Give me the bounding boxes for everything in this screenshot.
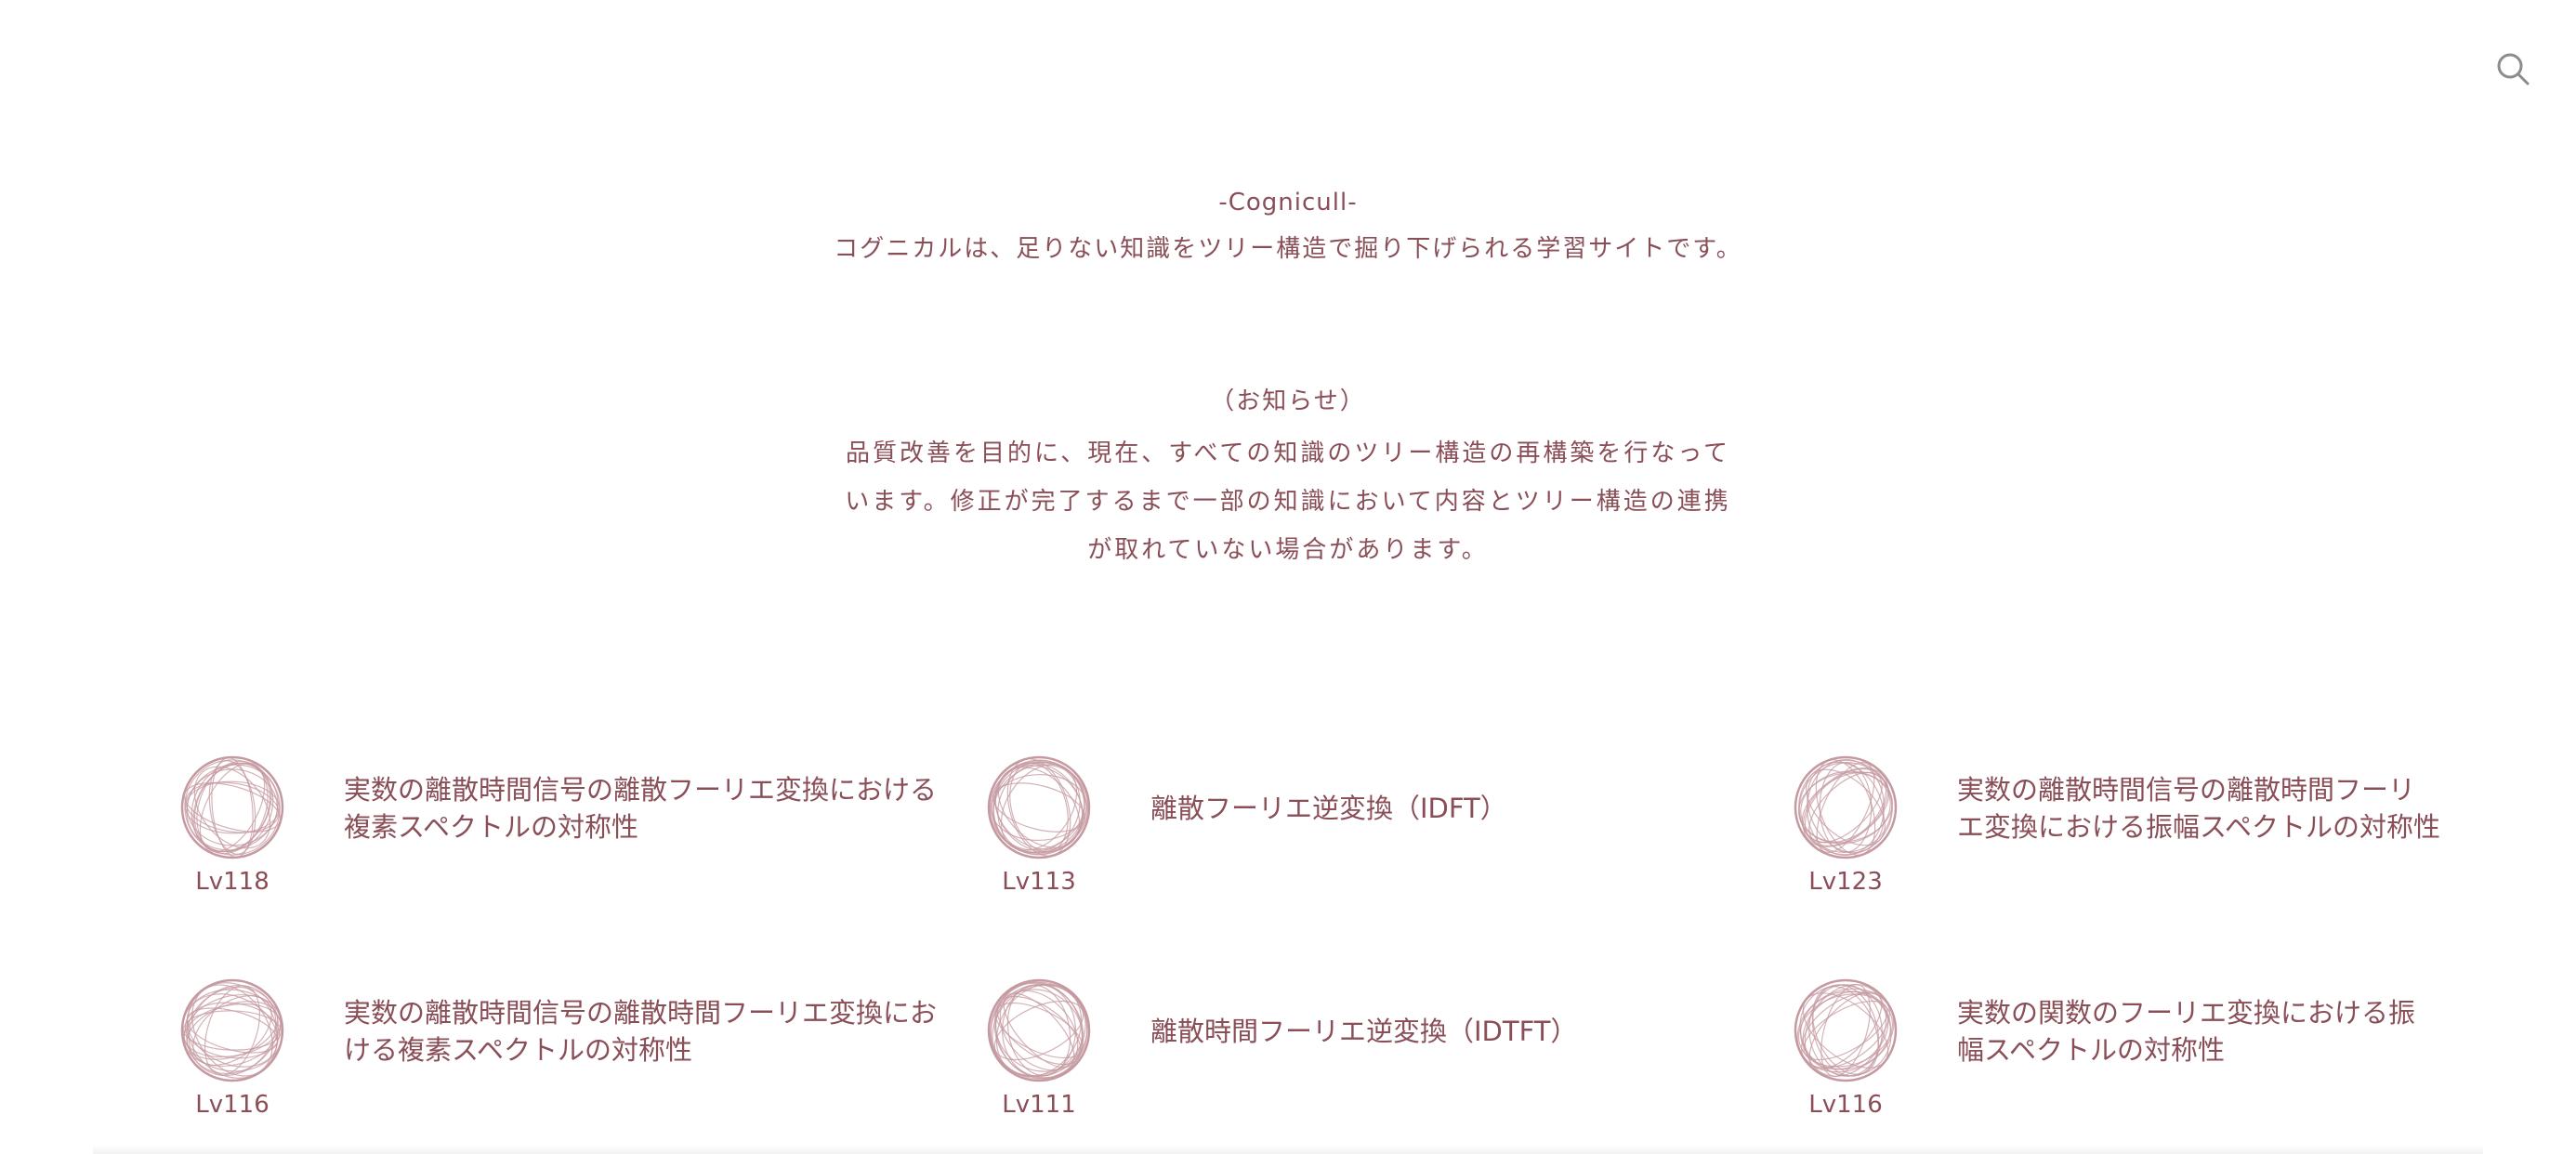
yarn-ball-icon bbox=[987, 978, 1091, 1082]
level-label: Lv113 bbox=[1002, 868, 1076, 896]
level-label: Lv116 bbox=[195, 1091, 269, 1119]
knowledge-title-link[interactable]: 実数の離散時間信号の離散フーリエ変換における複素スペクトルの対称性 bbox=[344, 754, 957, 862]
knowledge-card[interactable]: Lv111 離散時間フーリエ逆変換（IDTFT） bbox=[983, 977, 1790, 1154]
yarn-ball-icon bbox=[180, 978, 284, 1082]
notice-section: （お知らせ） 品質改善を目的に、現在、すべての知識のツリー構造の再構築を行なって… bbox=[833, 381, 1743, 574]
search-button[interactable] bbox=[2492, 48, 2533, 89]
knowledge-card[interactable]: Lv116 実数の離散時間信号の離散時間フーリエ変換における複素スペクトルの対称… bbox=[177, 977, 983, 1154]
knowledge-card[interactable]: Lv113 離散フーリエ逆変換（IDFT） bbox=[983, 754, 1790, 977]
yarn-ball-icon bbox=[987, 755, 1091, 859]
level-label: Lv116 bbox=[1808, 1091, 1883, 1119]
site-brand: -Cognicull- bbox=[1218, 189, 1358, 216]
knowledge-title-link[interactable]: 離散フーリエ逆変換（IDFT） bbox=[1150, 754, 1764, 862]
knowledge-title-link[interactable]: 実数の関数のフーリエ変換における振幅スペクトルの対称性 bbox=[1957, 977, 2440, 1085]
card-badge: Lv116 bbox=[177, 977, 288, 1121]
yarn-ball-icon bbox=[1794, 755, 1898, 859]
knowledge-title-link[interactable]: 離散時間フーリエ逆変換（IDTFT） bbox=[1150, 977, 1764, 1085]
intro-section: -Cognicull- コグニカルは、足りない知識をツリー構造で掘り下げられる学… bbox=[823, 182, 1753, 275]
page-bottom-shadow bbox=[93, 1145, 2483, 1154]
knowledge-card-grid: Lv118 実数の離散時間信号の離散フーリエ変換における複素スペクトルの対称性 … bbox=[177, 754, 2453, 1154]
knowledge-card[interactable]: Lv123 実数の離散時間信号の離散時間フーリエ変換における振幅スペクトルの対称… bbox=[1790, 754, 2440, 977]
level-label: Lv123 bbox=[1808, 868, 1883, 896]
level-label: Lv111 bbox=[1002, 1091, 1076, 1119]
knowledge-card[interactable]: Lv116 実数の関数のフーリエ変換における振幅スペクトルの対称性 bbox=[1790, 977, 2440, 1154]
card-badge: Lv116 bbox=[1790, 977, 1901, 1121]
yarn-ball-icon bbox=[180, 755, 284, 859]
notice-title: （お知らせ） bbox=[1210, 387, 1366, 415]
knowledge-title-link[interactable]: 実数の離散時間信号の離散時間フーリエ変換における振幅スペクトルの対称性 bbox=[1957, 754, 2440, 862]
search-icon bbox=[2497, 53, 2530, 85]
knowledge-title-link[interactable]: 実数の離散時間信号の離散時間フーリエ変換における複素スペクトルの対称性 bbox=[344, 977, 957, 1085]
knowledge-card[interactable]: Lv118 実数の離散時間信号の離散フーリエ変換における複素スペクトルの対称性 bbox=[177, 754, 983, 977]
card-badge: Lv123 bbox=[1790, 754, 1901, 898]
notice-body: 品質改善を目的に、現在、すべての知識のツリー構造の再構築を行なっています。修正が… bbox=[845, 439, 1731, 564]
card-badge: Lv113 bbox=[983, 754, 1095, 898]
card-badge: Lv118 bbox=[177, 754, 288, 898]
yarn-ball-icon bbox=[1794, 978, 1898, 1082]
site-tagline: コグニカルは、足りない知識をツリー構造で掘り下げられる学習サイトです。 bbox=[834, 235, 1742, 263]
level-label: Lv118 bbox=[195, 868, 269, 896]
card-badge: Lv111 bbox=[983, 977, 1095, 1121]
